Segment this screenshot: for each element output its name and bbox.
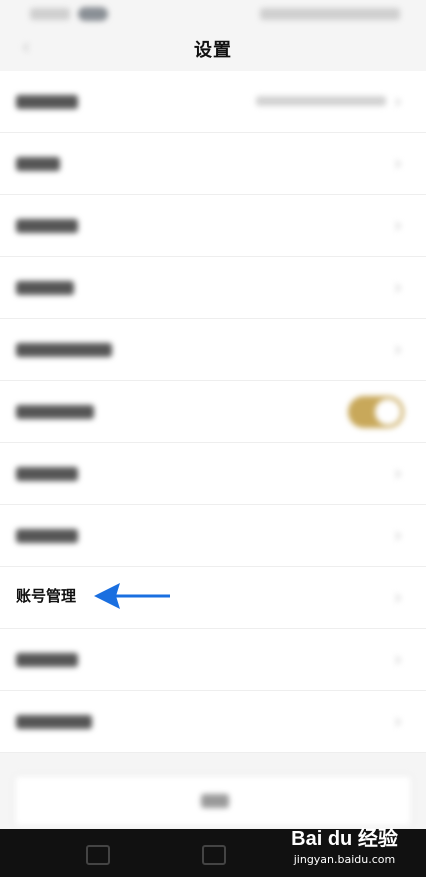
settings-row[interactable]: › [0,505,426,567]
nav-home-icon[interactable] [202,845,226,865]
row-label [16,405,94,419]
settings-row[interactable]: › [0,257,426,319]
settings-row[interactable]: › [0,319,426,381]
chevron-right-icon: › [394,151,402,175]
row-label [16,715,92,729]
settings-row[interactable]: › [0,195,426,257]
chevron-right-icon: › [394,647,402,671]
header: ‹ 设置 [0,30,426,70]
settings-row[interactable]: › [0,629,426,691]
chevron-right-icon: › [394,709,402,733]
row-label [16,467,78,481]
chevron-right-icon: › [394,461,402,485]
row-label [16,343,112,357]
toggle-knob [375,399,401,425]
row-label [16,529,78,543]
settings-row[interactable]: › [0,71,426,133]
status-bar [0,0,426,32]
row-label [16,281,74,295]
row-value [256,96,386,106]
annotation-arrow-icon [94,583,170,609]
chevron-right-icon: › [394,89,402,113]
settings-row[interactable]: › [0,443,426,505]
logout-label [201,794,229,808]
logout-button[interactable] [14,775,412,827]
chevron-right-icon: › [394,275,402,299]
row-label [16,653,78,667]
row-label [16,219,78,233]
row-label [16,95,78,109]
watermark-logo: Bai du 经验 jingyan.baidu.com [287,822,402,872]
toggle-switch[interactable] [348,396,404,428]
status-icons [260,8,400,20]
chevron-right-icon: › [394,523,402,547]
account-management-label: 账号管理 [16,587,77,605]
nav-menu-icon[interactable] [86,845,110,865]
chevron-right-icon: › [394,585,402,609]
settings-row[interactable]: › [0,133,426,195]
account-management-row[interactable]: 账号管理 › [0,567,426,629]
watermark-brand: Bai du 经验 [291,828,398,850]
watermark-url: jingyan.baidu.com [293,853,396,866]
status-badge [78,7,108,21]
page-title: 设置 [194,40,232,61]
chevron-right-icon: › [394,337,402,361]
row-label [16,157,60,171]
settings-row[interactable]: › [0,691,426,753]
chevron-right-icon: › [394,213,402,237]
settings-list: › › › › › › › 账号管理 › › › [0,71,426,753]
status-time [30,8,70,20]
settings-row-toggle [0,381,426,443]
